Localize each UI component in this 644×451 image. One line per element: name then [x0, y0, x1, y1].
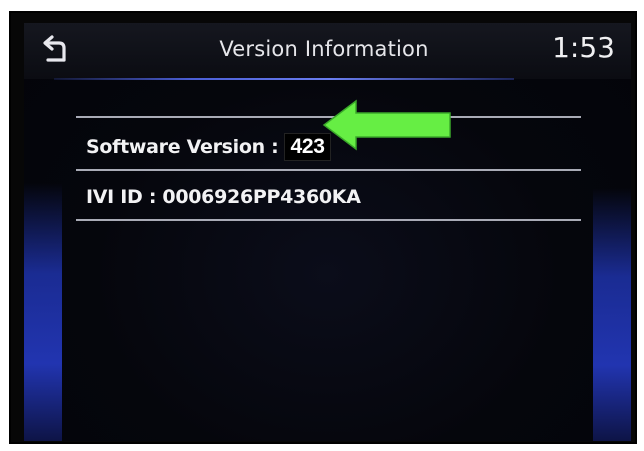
infotainment-screen: Version Information 1:53 Software Versio…: [24, 23, 631, 441]
page-title: Version Information: [219, 37, 429, 61]
divider-bottom: [76, 219, 581, 221]
header-bar: Version Information 1:53: [24, 23, 631, 79]
software-version-label: Software Version :: [86, 136, 279, 158]
display-bezel: Version Information 1:53 Software Versio…: [9, 11, 637, 444]
left-edge-glow: [24, 183, 62, 441]
green-arrow-icon: [322, 99, 451, 151]
ivi-id-row: IVI ID : 0006926PP4360KA: [86, 177, 361, 217]
clock: 1:53: [552, 31, 615, 64]
software-version-row: Software Version : 423: [86, 127, 331, 167]
right-edge-glow: [593, 188, 631, 441]
back-arrow-icon: [43, 35, 66, 62]
back-button[interactable]: [38, 35, 72, 65]
photo-frame: Version Information 1:53 Software Versio…: [0, 0, 644, 451]
header-underline: [54, 78, 514, 80]
ivi-id-text: IVI ID : 0006926PP4360KA: [86, 186, 361, 208]
divider-middle: [76, 169, 581, 171]
